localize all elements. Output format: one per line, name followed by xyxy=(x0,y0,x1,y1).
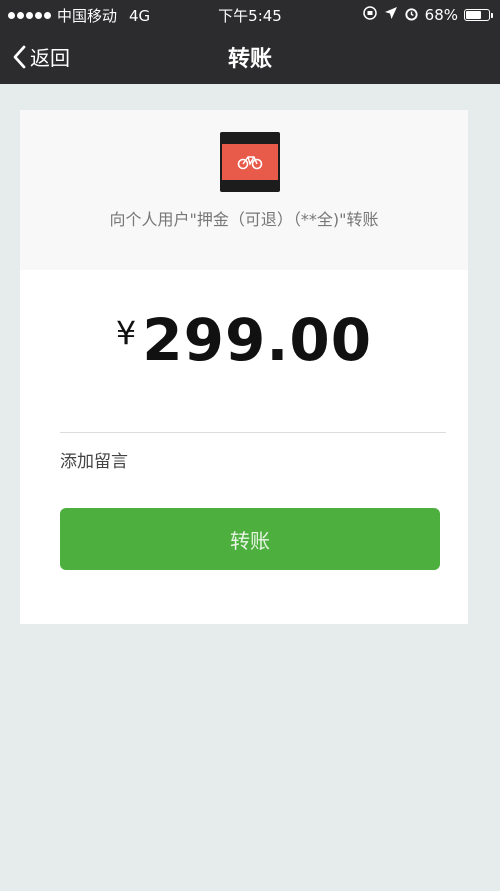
alarm-icon xyxy=(404,6,419,25)
add-remark-link[interactable]: 添加留言 xyxy=(60,447,128,472)
battery-level xyxy=(466,11,481,19)
status-right: 68% xyxy=(362,5,493,25)
divider xyxy=(60,432,446,433)
location-icon xyxy=(384,6,398,24)
payee-label: 向个人用户"押金（可退）（**全)"转账 xyxy=(109,210,379,229)
page-title: 转账 xyxy=(227,47,272,72)
amount-value: 299.00 xyxy=(142,306,373,374)
battery-percentage: 68% xyxy=(424,6,458,24)
navigation-bar: 返回 转账 xyxy=(0,28,500,84)
battery-icon xyxy=(464,9,493,21)
transfer-card: 向个人用户"押金（可退）（**全)"转账 ¥299.00 添加留言 转账 xyxy=(20,110,468,624)
transfer-button-label: 转账 xyxy=(230,528,270,553)
payee-section: 向个人用户"押金（可退）（**全)"转账 xyxy=(20,110,468,270)
bicycle-logo-icon xyxy=(222,144,278,180)
transfer-amount: ¥299.00 xyxy=(20,306,468,374)
rotation-lock-icon xyxy=(362,5,378,25)
transfer-button[interactable]: 转账 xyxy=(60,508,440,570)
status-bar: 中国移动 4G 下午5:45 68% xyxy=(0,0,500,28)
currency-symbol: ¥ xyxy=(115,314,137,352)
avatar xyxy=(220,132,280,192)
